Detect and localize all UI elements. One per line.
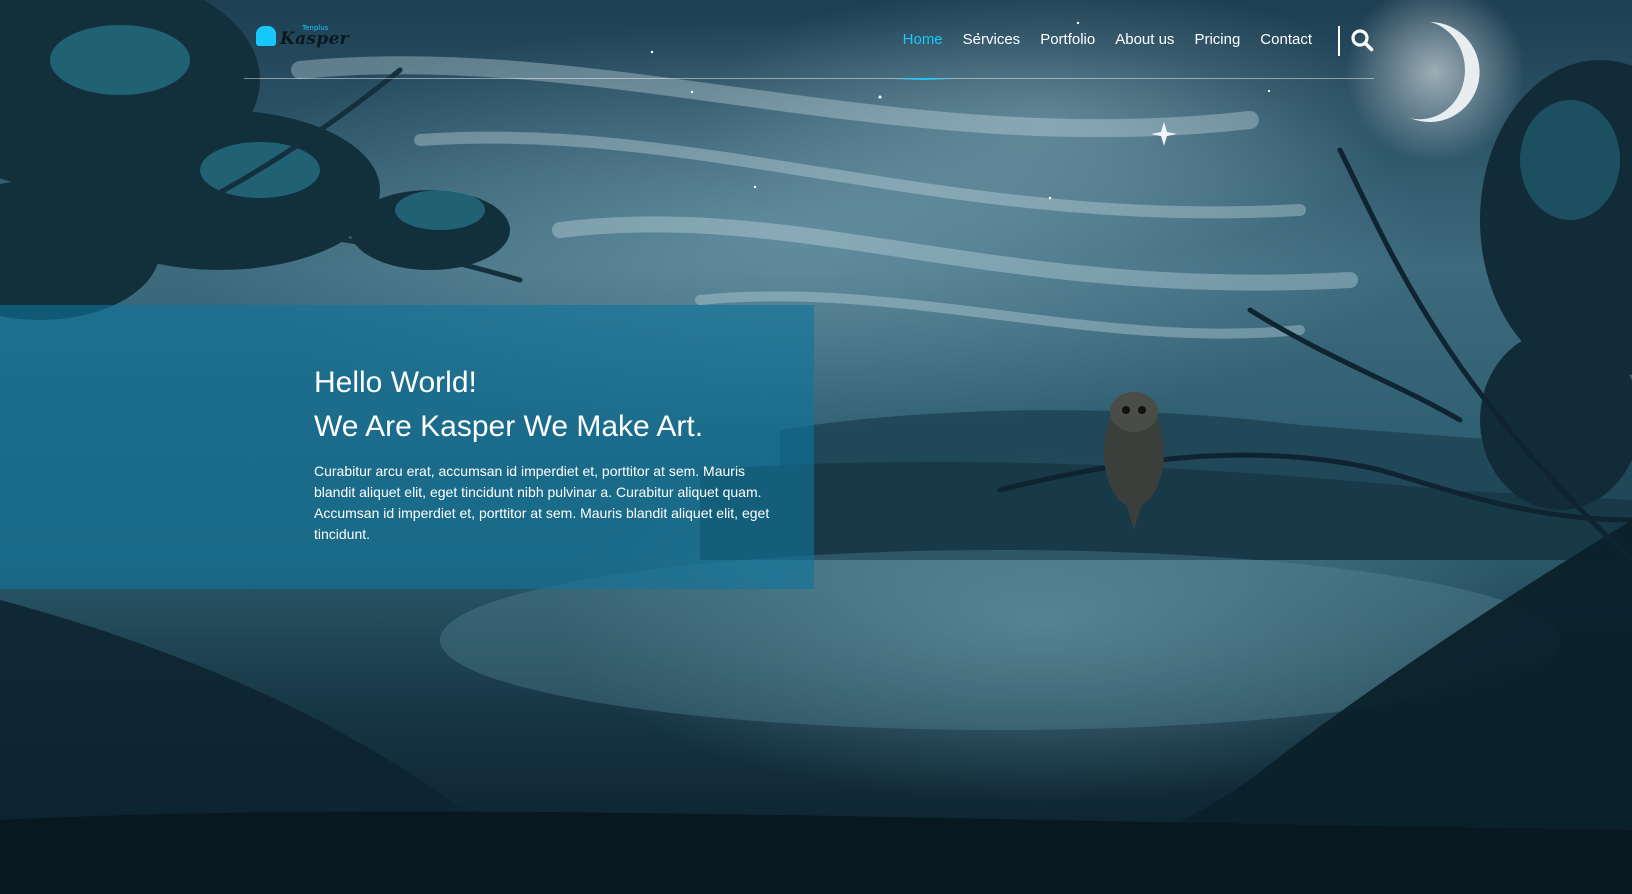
nav-item-about-us[interactable]: About us <box>1115 0 1174 79</box>
hero-box: Hello World! We Are Kasper We Make Art. … <box>0 305 814 589</box>
nav-item-contact[interactable]: Contact <box>1260 0 1312 79</box>
hero-description: Curabitur arcu erat, accumsan id imperdi… <box>314 463 770 542</box>
hero-title: Hello World! We Are Kasper We Make Art. <box>314 361 774 449</box>
hero-title-line-2: We Are Kasper We Make Art. <box>314 410 704 443</box>
logo[interactable]: Tenplus Kasper <box>256 24 349 52</box>
site-header: Tenplus Kasper Home Services Portfolio A… <box>244 0 1374 80</box>
nav-item-portfolio[interactable]: Portfolio <box>1040 0 1095 79</box>
nav-item-pricing[interactable]: Pricing <box>1194 0 1240 79</box>
main-nav: Home Services Portfolio About us Pricing… <box>883 0 1312 80</box>
kasper-logo-icon <box>256 26 276 46</box>
nav-item-home[interactable]: Home <box>892 0 953 80</box>
hero-content: Hello World! We Are Kasper We Make Art. … <box>314 361 774 545</box>
logo-text: Kasper <box>280 29 349 49</box>
nav-item-services[interactable]: Services <box>963 0 1021 79</box>
hero-title-line-1: Hello World! <box>314 366 477 399</box>
nav-divider <box>1338 26 1340 56</box>
search-icon[interactable] <box>1350 28 1374 52</box>
